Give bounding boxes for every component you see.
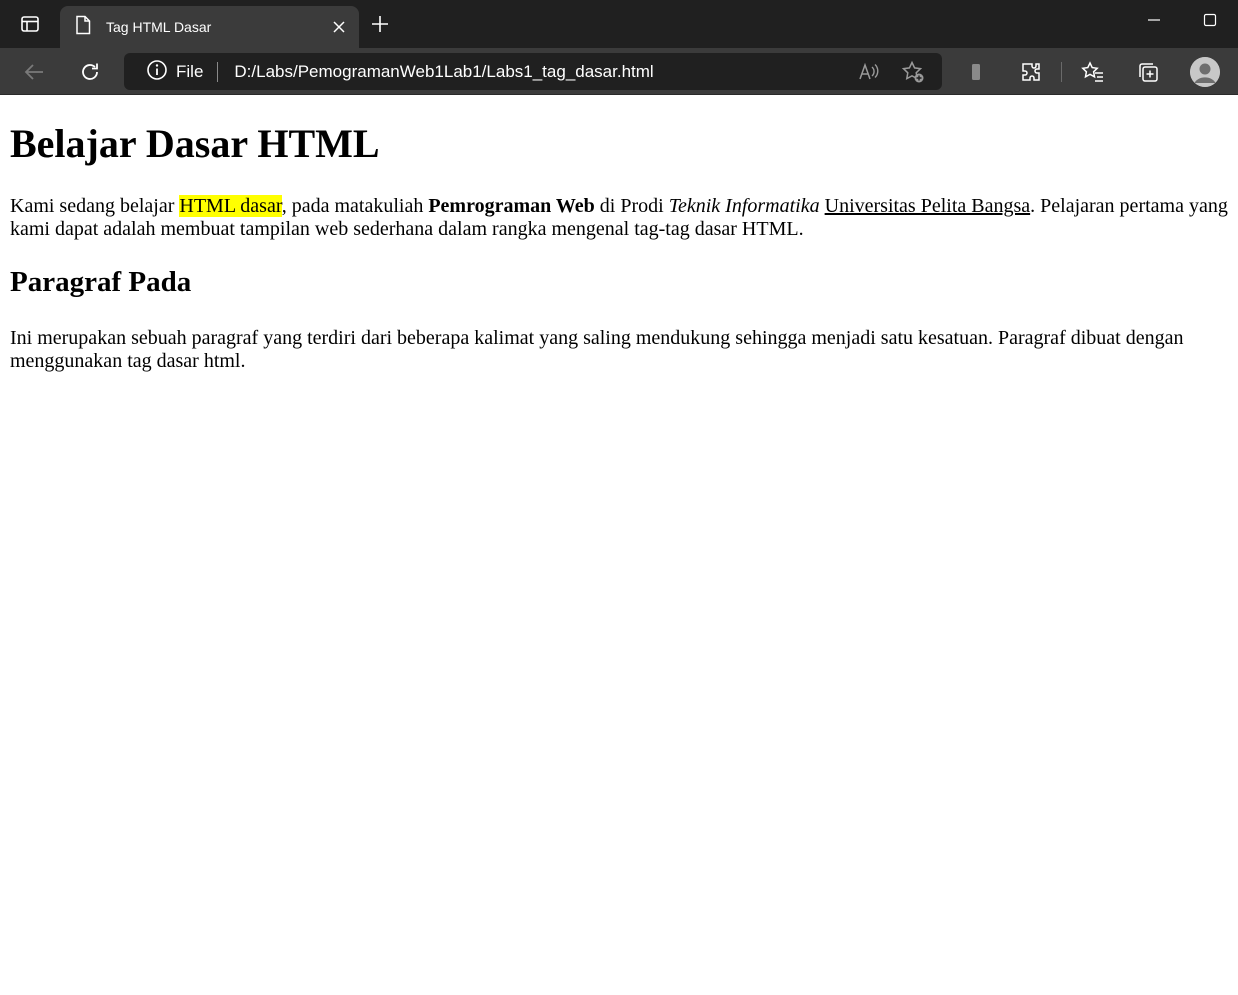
intro-text-3: di Prodi	[594, 195, 669, 217]
italic-text: Teknik Informatika	[668, 195, 820, 217]
address-bar[interactable]: File D:/Labs/PemogramanWeb1Lab1/Labs1_ta…	[124, 53, 942, 90]
collections-icon[interactable]	[1132, 56, 1164, 88]
close-icon[interactable]	[325, 13, 353, 41]
active-tab[interactable]: Tag HTML Dasar	[60, 6, 359, 48]
favorites-icon[interactable]	[1077, 56, 1109, 88]
info-icon[interactable]	[146, 59, 168, 85]
tab-strip: Tag HTML Dasar	[0, 0, 1238, 48]
toolbar-divider	[1061, 62, 1062, 82]
page-content: Belajar Dasar HTML Kami sedang belajar H…	[0, 95, 1238, 373]
read-aloud-icon[interactable]	[854, 57, 884, 87]
back-arrow-icon[interactable]	[18, 56, 50, 88]
page-heading: Belajar Dasar HTML	[10, 121, 380, 166]
intro-text-1: Kami sedang belajar	[10, 195, 180, 217]
highlighted-text: HTML dasar	[179, 195, 282, 217]
refresh-icon[interactable]	[74, 56, 106, 88]
address-separator	[217, 61, 219, 82]
address-scheme: File	[176, 61, 204, 81]
extensions-icon[interactable]	[1015, 56, 1047, 88]
bold-text: Pemrograman Web	[428, 195, 595, 217]
underlined-text: Universitas Pelita Bangsa	[824, 195, 1031, 217]
section-heading: Paragraf Pada	[10, 266, 192, 298]
tab-title: Tag HTML Dasar	[106, 19, 212, 35]
tab-actions-icon[interactable]	[16, 10, 44, 38]
intro-paragraph: Kami sedang belajar HTML dasar, pada mat…	[10, 195, 1228, 241]
page-icon	[74, 15, 92, 39]
add-favorite-icon[interactable]	[898, 57, 928, 87]
profile-avatar-icon[interactable]	[1190, 57, 1220, 87]
phone-icon[interactable]	[960, 56, 992, 88]
plus-icon[interactable]	[366, 10, 394, 38]
section-paragraph: Ini merupakan sebuah paragraf yang terdi…	[10, 327, 1184, 372]
intro-text-2: , pada matakuliah	[281, 195, 429, 217]
address-url[interactable]: D:/Labs/PemogramanWeb1Lab1/Labs1_tag_das…	[234, 62, 854, 82]
navigation-toolbar: File D:/Labs/PemogramanWeb1Lab1/Labs1_ta…	[0, 48, 1238, 95]
maximize-icon[interactable]	[1196, 6, 1224, 34]
minimize-icon[interactable]	[1140, 6, 1168, 34]
